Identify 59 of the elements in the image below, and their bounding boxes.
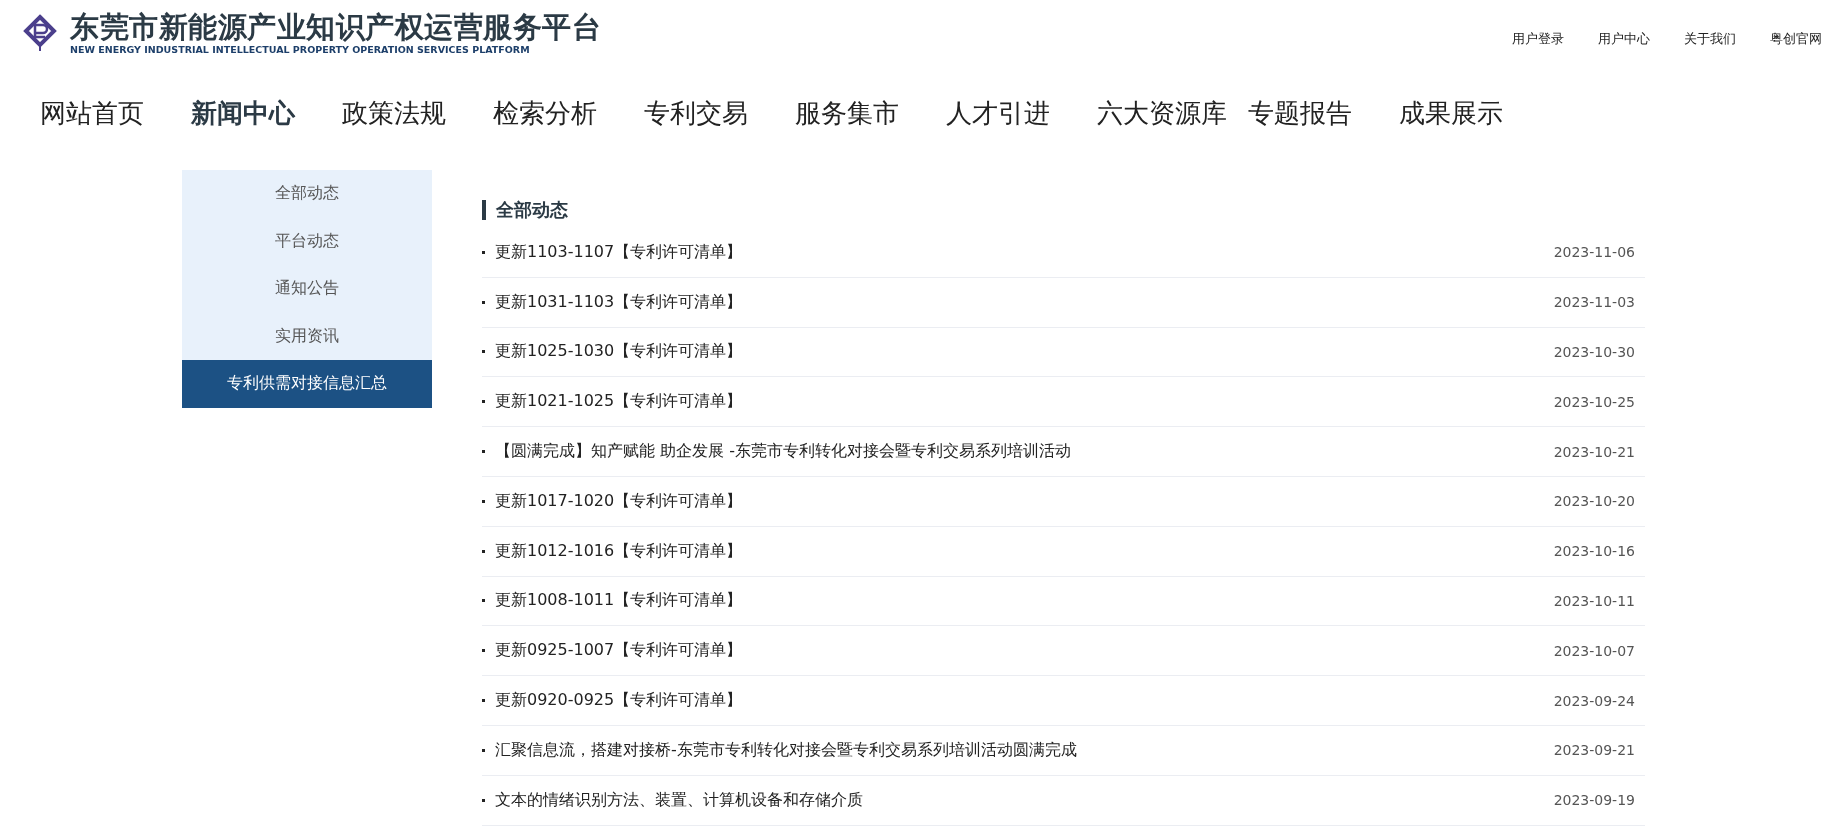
sidebar-item[interactable]: 专利供需对接信息汇总 — [182, 360, 432, 408]
bullet-icon — [482, 699, 485, 703]
news-date: 2023-10-07 — [1553, 642, 1635, 659]
nav-tab[interactable]: 六大资源库 — [1097, 96, 1248, 154]
sidebar-item[interactable]: 全部动态 — [182, 170, 432, 218]
bullet-icon — [482, 400, 485, 404]
nav-tab[interactable]: 新闻中心 — [191, 96, 342, 154]
news-link[interactable]: 更新1025-1030【专利许可清单】 — [495, 341, 1554, 363]
news-link[interactable]: 更新1021-1025【专利许可清单】 — [495, 391, 1554, 413]
news-link[interactable]: 更新1008-1011【专利许可清单】 — [495, 590, 1554, 612]
sidebar-item[interactable]: 通知公告 — [182, 265, 432, 313]
nav-tab[interactable]: 专题报告 — [1248, 96, 1399, 154]
news-link[interactable]: 更新1017-1020【专利许可清单】 — [495, 490, 1554, 512]
logo-icon — [22, 13, 58, 53]
section-heading: 全部动态 — [482, 200, 1645, 220]
nav-tab[interactable]: 网站首页 — [40, 96, 191, 154]
header-link[interactable]: 用户登录 — [1512, 30, 1564, 48]
nav-tab[interactable]: 人才引进 — [946, 96, 1097, 154]
bullet-icon — [482, 649, 485, 653]
bullet-icon — [482, 549, 485, 553]
bullet-icon — [482, 499, 485, 503]
news-date: 2023-10-16 — [1553, 543, 1635, 560]
nav-tab[interactable]: 专利交易 — [644, 96, 795, 154]
bullet-icon — [482, 250, 485, 254]
bullet-icon — [482, 798, 485, 802]
news-date: 2023-09-19 — [1553, 792, 1635, 809]
bullet-icon — [482, 450, 485, 454]
news-date: 2023-10-21 — [1553, 443, 1635, 460]
news-link[interactable]: 更新1031-1103【专利许可清单】 — [495, 291, 1554, 313]
sidebar-item[interactable]: 平台动态 — [182, 217, 432, 265]
header-link[interactable]: 粤创官网 — [1770, 30, 1822, 48]
news-date: 2023-10-25 — [1553, 393, 1635, 410]
news-link[interactable]: 汇聚信息流，搭建对接桥-东莞市专利转化对接会暨专利交易系列培训活动圆满完成 — [495, 739, 1554, 761]
news-date: 2023-10-11 — [1553, 592, 1635, 609]
sidebar-item[interactable]: 实用资讯 — [182, 312, 432, 360]
news-link[interactable]: 更新1012-1016【专利许可清单】 — [495, 540, 1554, 562]
news-date: 2023-11-03 — [1553, 294, 1635, 311]
bullet-icon — [482, 300, 485, 304]
news-link[interactable]: 文本的情绪识别方法、装置、计算机设备和存储介质 — [495, 789, 1554, 811]
nav-tab[interactable]: 检索分析 — [493, 96, 644, 154]
news-link[interactable]: 【圆满完成】知产赋能 助企发展 -东莞市专利转化对接会暨专利交易系列培训活动 — [495, 441, 1554, 463]
news-link[interactable]: 更新0920-0925【专利许可清单】 — [495, 690, 1554, 712]
header-link[interactable]: 关于我们 — [1684, 30, 1736, 48]
news-date: 2023-09-24 — [1553, 692, 1635, 709]
bullet-icon — [482, 350, 485, 354]
nav-tab[interactable]: 服务集市 — [795, 96, 946, 154]
news-date: 2023-10-20 — [1553, 493, 1635, 510]
site-title: 东莞市新能源产业知识产权运营服务平台 — [70, 10, 601, 44]
nav-tab[interactable]: 政策法规 — [342, 96, 493, 154]
news-date: 2023-09-21 — [1553, 742, 1635, 759]
news-link[interactable]: 更新1103-1107【专利许可清单】 — [495, 241, 1554, 263]
news-date: 2023-10-30 — [1553, 344, 1635, 360]
news-link[interactable]: 更新0925-1007【专利许可清单】 — [495, 640, 1554, 662]
nav-tab[interactable]: 成果展示 — [1399, 96, 1550, 154]
bullet-icon — [482, 748, 485, 752]
site-subtitle: NEW ENERGY INDUSTRIAL INTELLECTUAL PROPERTY OPERATION SERVICES PLATFORM — [70, 44, 531, 56]
header-link[interactable]: 用户中心 — [1598, 30, 1650, 48]
news-date: 2023-11-06 — [1553, 244, 1635, 261]
bullet-icon — [482, 599, 485, 603]
